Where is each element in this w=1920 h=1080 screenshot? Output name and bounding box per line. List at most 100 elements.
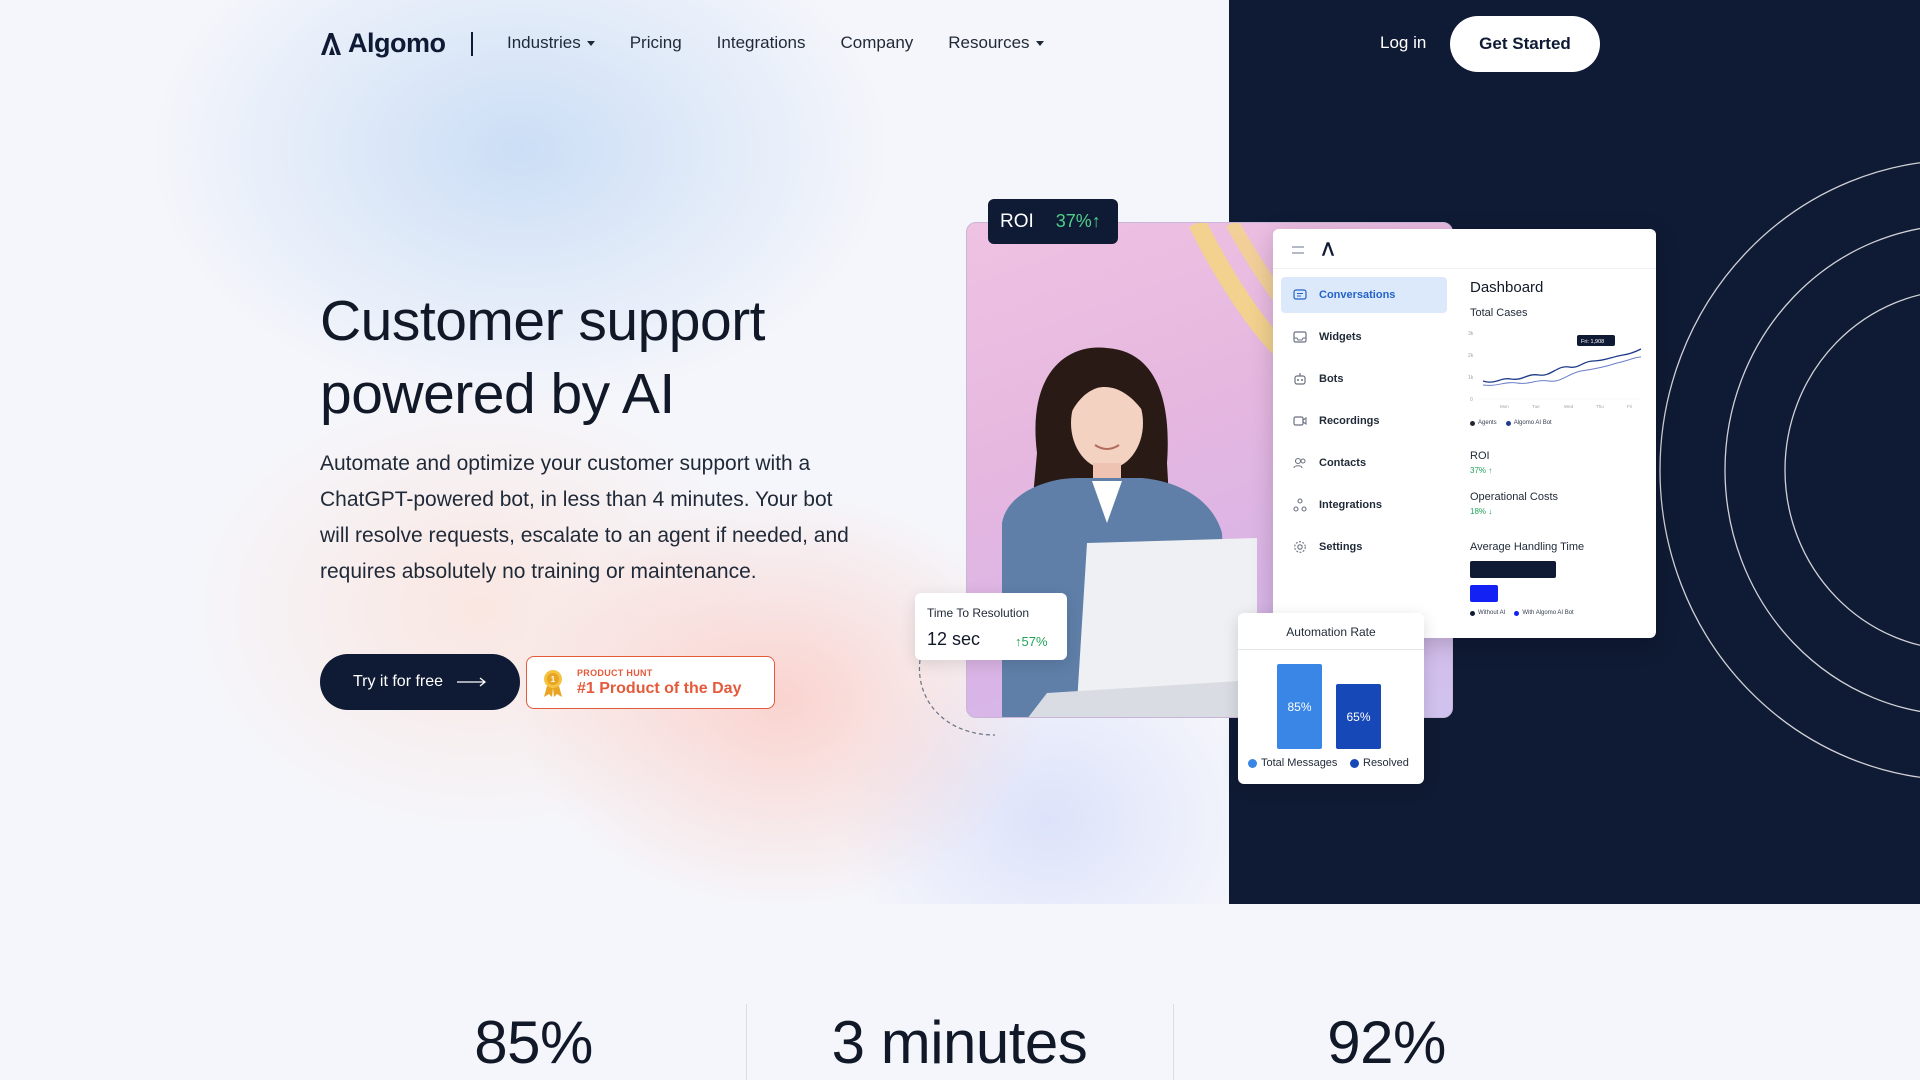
legend-label: Total Messages [1261,757,1338,769]
badge-small-label: PRODUCT HUNT [577,667,653,678]
dashboard-main: Dashboard Total Cases 3k 2k 1k 0 Fri: 1,… [1453,269,1656,638]
legend-label: Agents [1478,420,1497,426]
nav-label: Pricing [629,33,682,52]
sidebar-label: Bots [1319,373,1344,385]
caret-down-icon [586,40,595,46]
algomo-logo-icon [321,32,341,55]
sidebar-label: Conversations [1319,289,1396,301]
aht-bar-without-ai [1470,561,1556,578]
algomo-logo-icon [1321,242,1335,256]
nav-label: Integrations [716,33,806,52]
y-tick: 1k [1468,375,1474,381]
roi-value: 37% ↑ [1470,466,1493,475]
hero-title-line-1: Customer support [320,289,766,353]
automation-rate-bar: 85% [1277,664,1322,749]
x-tick: Wed [1564,404,1574,409]
automation-rate-title: Automation Rate [1286,625,1376,639]
main-nav: Industries Pricing Integrations Company … [507,33,1044,53]
total-cases-label: Total Cases [1470,307,1528,319]
medal-icon: 1 [544,669,562,697]
x-tick: Fri [1627,404,1632,409]
cta-label: Try it for free [352,673,444,690]
sidebar-label: Integrations [1319,499,1382,511]
legend-dot [1505,420,1511,426]
stat-value: 85% [474,1009,593,1076]
nav-divider [471,32,473,56]
divider [1238,649,1424,650]
aht-label: Average Handling Time [1470,541,1585,553]
arrow-right-icon [457,677,487,687]
nav-item-industries[interactable]: Industries [507,33,595,53]
nav-label: Industries [507,33,581,52]
y-tick: 2k [1468,353,1474,359]
sidebar-label: Settings [1319,541,1363,553]
inbox-icon [1293,330,1307,344]
menu-icon [1292,246,1304,254]
legend-dot [1514,610,1520,616]
nav-item-resources[interactable]: Resources [948,33,1044,53]
logo[interactable]: Algomo [320,28,446,59]
series-line-agents [1482,356,1642,386]
legend-dot [1470,420,1475,426]
legend-label: Resolved [1363,757,1409,769]
sidebar-label: Contacts [1319,457,1367,469]
login-link[interactable]: Log in [1380,33,1426,53]
sidebar-label: Widgets [1319,331,1362,343]
dashboard-topbar [1273,229,1656,269]
hero-title: Customer support powered by AI [320,285,880,431]
legend-resolved: Resolved [1350,757,1409,769]
bot-icon [1293,372,1307,386]
hero-title-line-2: powered by AI [320,362,675,426]
sidebar-item-contacts[interactable]: Contacts [1281,445,1447,481]
video-icon [1293,414,1307,428]
sidebar-item-recordings[interactable]: Recordings [1281,403,1447,439]
hero-description: Automate and optimize your customer supp… [320,452,849,583]
dashboard-sidebar: Conversations Widgets Bots Recordings Co… [1273,269,1453,638]
chart-legend: Agents Algomo AI Bot [1470,420,1552,426]
roi-chip: ROI 37%↑ [988,199,1118,244]
try-free-button[interactable]: Try it for free [320,654,520,710]
integrations-icon [1293,498,1307,512]
get-started-button[interactable]: Get Started [1450,16,1600,72]
chat-icon [1293,288,1307,302]
total-cases-line-chart: 3k 2k 1k 0 Fri: 1,908 Mon Tue Wed Thu Fr… [1468,331,1642,409]
stat-value: 3 minutes [831,1009,1088,1076]
roi-label: ROI [1470,450,1490,462]
hero-section: Algomo Industries Pricing Integrations C… [0,0,1920,904]
nav-item-integrations[interactable]: Integrations [717,33,806,53]
ttr-value: 12 sec [927,629,981,649]
sidebar-item-settings[interactable]: Settings [1281,529,1447,565]
roi-chip-label: ROI [1000,210,1034,232]
legend-dot [1248,758,1257,768]
nav-item-company[interactable]: Company [841,33,914,53]
nav-label: Company [840,33,914,52]
series-line-bot [1482,348,1642,383]
users-icon [1293,456,1307,470]
sidebar-item-conversations[interactable]: Conversations [1281,277,1447,313]
legend-dot [1470,610,1475,616]
legend-label: Algomo AI Bot [1513,420,1552,426]
ttr-change: ↑57% [1015,634,1048,649]
chart-tooltip: Fri: 1,908 [1581,339,1604,345]
gear-icon [1293,540,1307,554]
badge-text: PRODUCT HUNT #1 Product of the Day [577,668,741,698]
aht-legend: Without AI With Algomo AI Bot [1470,610,1574,616]
brand-name: Algomo [348,28,446,58]
stat-value: 92% [1327,1009,1446,1076]
automation-rate-card: Automation Rate 85% 65% Total Messages Re… [1238,613,1424,784]
legend-dot [1350,758,1359,768]
sidebar-item-widgets[interactable]: Widgets [1281,319,1447,355]
legend-total-messages: Total Messages [1248,757,1337,769]
badge-main-label: #1 Product of the Day [577,679,742,697]
legend-label: With Algomo AI Bot [1522,610,1574,616]
x-tick: Tue [1532,404,1540,409]
nav-item-pricing[interactable]: Pricing [630,33,682,53]
sidebar-item-bots[interactable]: Bots [1281,361,1447,397]
time-to-resolution-card: Time To Resolution 12 sec ↑57% [915,593,1067,660]
sidebar-label: Recordings [1319,415,1380,427]
sidebar-item-integrations[interactable]: Integrations [1281,487,1447,523]
product-hunt-badge[interactable]: 1 PRODUCT HUNT #1 Product of the Day [526,656,775,709]
operational-costs-value: 18% ↓ [1470,507,1493,516]
x-tick: Thu [1596,404,1604,409]
ttr-label: Time To Resolution [927,606,1030,620]
